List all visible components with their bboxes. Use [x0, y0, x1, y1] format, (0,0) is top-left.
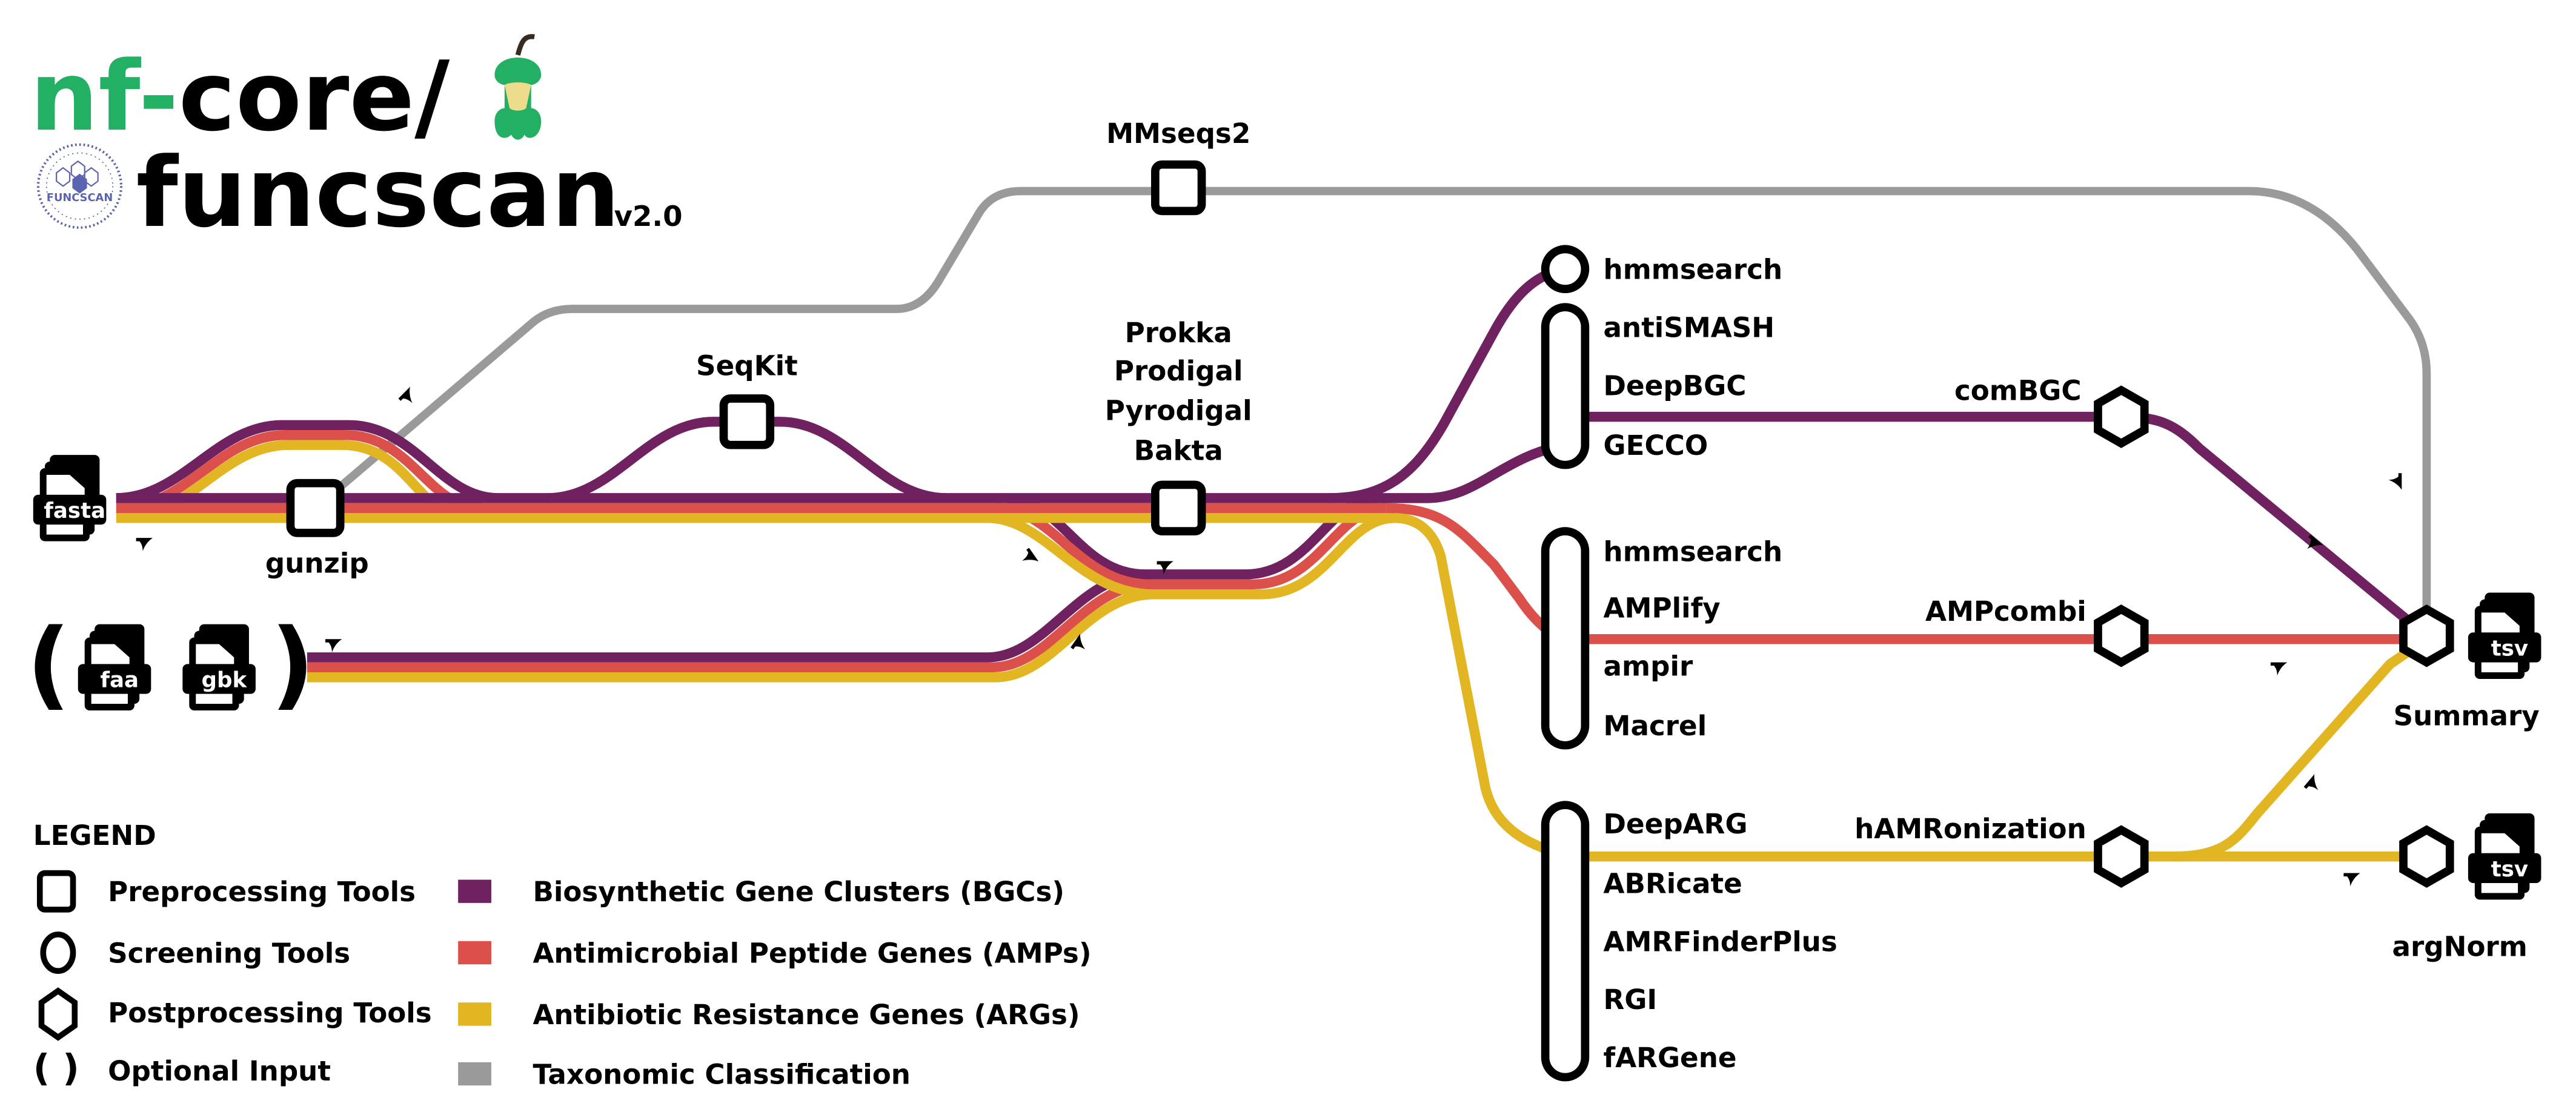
hexagon-icon — [38, 987, 78, 1041]
legend-shape-label: Preprocessing Tools — [108, 876, 416, 908]
arrow-icon — [2343, 873, 2360, 887]
input-fasta[interactable]: fasta — [33, 455, 107, 541]
node-label: hAMRonization — [1854, 813, 2086, 845]
node-label: SeqKit — [696, 350, 798, 382]
screening-arg: DeepARG ABRicate AMRFinderPlus RGI fARGe… — [1541, 801, 1837, 1082]
node-label: Summary — [2394, 700, 2540, 732]
legend-color-swatch — [458, 879, 491, 903]
node-label: RGI — [1604, 984, 1658, 1016]
brand-nf: nf-core/ — [30, 41, 450, 153]
arrow-icon — [136, 538, 153, 552]
node-argnorm[interactable]: tsv argNorm — [2392, 813, 2541, 963]
circle-icon — [40, 932, 76, 974]
apple-core-icon — [494, 34, 542, 140]
screening-bgc: hmmsearch antiSMASH DeepBGC GECCO — [1541, 245, 1783, 469]
file-type-label: gbk — [202, 668, 248, 693]
node-bgc-hmmsearch[interactable] — [1541, 245, 1590, 293]
title-block: nf-core/ FUNCSCAN funcscan v2.0 — [30, 34, 683, 249]
arrow-icon — [325, 639, 342, 653]
pipeline-name: funcscan — [136, 137, 620, 249]
node-label: DeepARG — [1604, 808, 1748, 840]
arrow-icon — [1018, 548, 1039, 569]
close-paren: ) — [271, 609, 315, 720]
legend-shape-label: Screening Tools — [108, 937, 350, 969]
file-type-label: fasta — [44, 498, 105, 523]
file-type-label: tsv — [2491, 857, 2528, 882]
node-summary[interactable]: tsv Summary — [2394, 592, 2541, 732]
legend-color-swatch — [458, 941, 491, 965]
node-label: hmmsearch — [1604, 254, 1783, 286]
node-ampcombi[interactable]: AMPcombi — [1925, 595, 2149, 667]
funcscan-badge: FUNCSCAN — [36, 143, 123, 229]
input-faa[interactable]: faa — [78, 624, 151, 711]
input-gbk[interactable]: gbk — [182, 624, 256, 711]
pipeline-diagram: nf-core/ FUNCSCAN funcscan v2.0 fasta (… — [27, 34, 2541, 1091]
file-type-label: faa — [100, 668, 139, 693]
arrow-icon — [2270, 662, 2288, 676]
node-combgc[interactable]: comBGC — [1954, 375, 2149, 448]
open-paren: ( — [27, 609, 71, 720]
node-label: argNorm — [2392, 931, 2528, 963]
node-label: GECCO — [1604, 429, 1708, 462]
rails-branches — [1327, 264, 1567, 860]
square-icon — [36, 870, 76, 913]
rails-optional-input — [307, 493, 1395, 683]
legend-track-label: Taxonomic Classification — [533, 1058, 910, 1090]
node-label: AMPlify — [1604, 592, 1721, 624]
node-label: AMRFinderPlus — [1604, 925, 1837, 958]
legend: LEGEND Preprocessing Tools Screening Too… — [33, 819, 1092, 1091]
badge-text: FUNCSCAN — [47, 191, 113, 204]
node-hamronization[interactable]: hAMRonization — [1854, 813, 2149, 888]
file-type-label: tsv — [2491, 637, 2528, 661]
node-label: DeepBGC — [1604, 369, 1747, 402]
legend-track-label: Biosynthetic Gene Clusters (BGCs) — [533, 876, 1064, 908]
node-label: gunzip — [265, 548, 369, 580]
version-label: v2.0 — [614, 200, 683, 233]
node-label: Pyrodigal — [1105, 395, 1252, 427]
node-label: Macrel — [1604, 710, 1707, 742]
node-label: fARGene — [1604, 1042, 1737, 1074]
node-label: ampir — [1604, 650, 1693, 682]
legend-color-swatch — [458, 1002, 491, 1026]
arrow-icon — [398, 386, 420, 408]
parentheses-icon: ( ) — [33, 1047, 79, 1090]
node-seqkit[interactable]: SeqKit — [696, 350, 798, 449]
legend-shape-label: Optional Input — [108, 1055, 331, 1087]
node-label: Prodigal — [1114, 355, 1243, 387]
node-label: antiSMASH — [1604, 312, 1775, 344]
legend-shape-label: Postprocessing Tools — [108, 997, 432, 1029]
legend-title: LEGEND — [33, 819, 156, 852]
node-label: Bakta — [1134, 434, 1223, 466]
optional-input-group[interactable]: ( faa gbk ) — [27, 609, 314, 720]
node-label: MMseqs2 — [1106, 117, 1250, 150]
arrow-icon — [2303, 774, 2325, 796]
node-label: ABRicate — [1604, 867, 1742, 899]
output-tsv-argnorm[interactable]: tsv — [2468, 813, 2541, 900]
funcscan-metro-map: nf-core/ FUNCSCAN funcscan v2.0 fasta (… — [0, 0, 2576, 1109]
node-label: hmmsearch — [1604, 535, 1783, 568]
legend-track-label: Antimicrobial Peptide Genes (AMPs) — [533, 937, 1091, 969]
legend-track-label: Antibiotic Resistance Genes (ARGs) — [533, 999, 1080, 1031]
rails-post — [1565, 411, 2430, 862]
arrow-icon — [2388, 473, 2402, 490]
legend-color-swatch — [458, 1062, 491, 1086]
node-label: Prokka — [1125, 317, 1232, 349]
output-tsv-summary[interactable]: tsv — [2468, 592, 2541, 679]
node-mmseqs2[interactable]: MMseqs2 — [1106, 117, 1250, 216]
node-label: AMPcombi — [1925, 595, 2086, 627]
node-label: comBGC — [1954, 375, 2082, 407]
